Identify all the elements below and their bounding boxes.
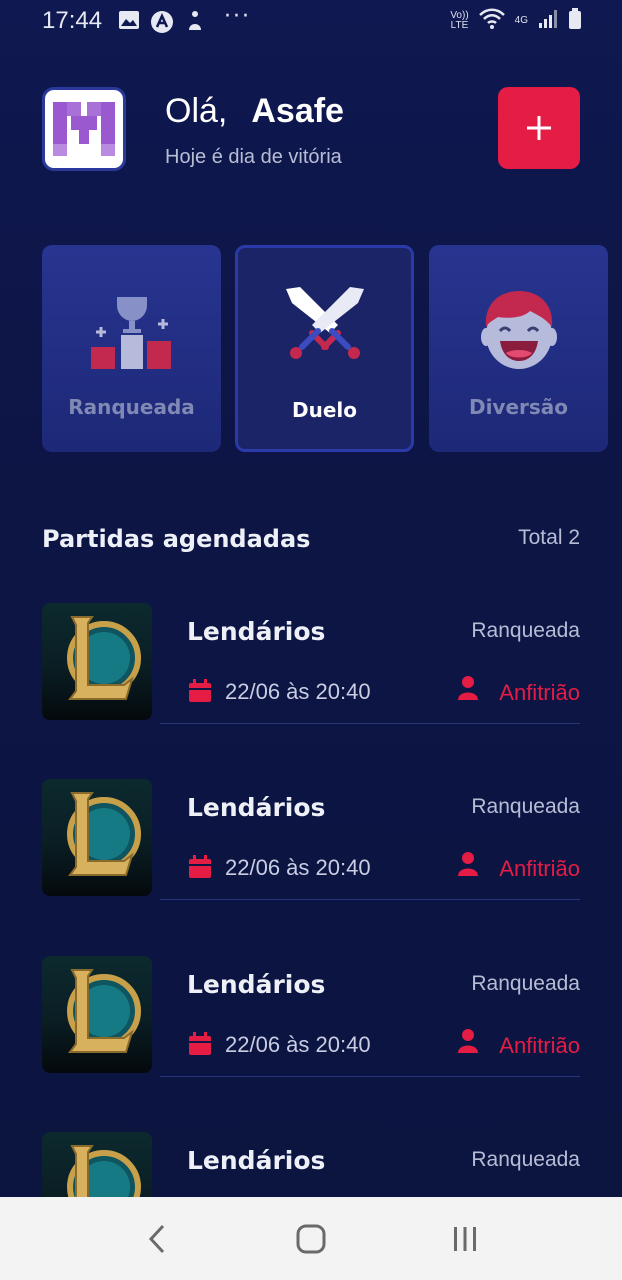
greeting: Olá, Asafe [165,92,344,131]
navigation-bar [0,1197,622,1280]
section-title: Partidas agendadas [42,525,311,553]
list-item[interactable]: Lendários Ranqueada 22/06 às 20:40 Anfit… [42,779,580,900]
avatar[interactable] [42,87,126,171]
home-icon [296,1224,326,1253]
image-icon [118,10,140,34]
home-button[interactable] [281,1209,341,1269]
match-date: 22/06 às 20:40 [225,1032,371,1057]
divider [160,723,580,724]
game-thumbnail [42,779,152,896]
divider [160,899,580,900]
divider [160,1076,580,1077]
user-icon [458,852,478,880]
match-title: Lendários [187,617,326,646]
match-type: Ranqueada [471,619,580,642]
app-icon [150,10,174,38]
category-label: Diversão [468,395,569,419]
match-role: Anfitrião [499,680,580,705]
status-time: 17:44 [42,7,103,34]
match-title: Lendários [187,970,326,999]
match-role: Anfitrião [499,856,580,881]
league-of-legends-logo-icon [67,1145,141,1197]
game-thumbnail [42,956,152,1073]
battery-icon [568,8,582,34]
list-item[interactable]: Lendários Ranqueada 22/06 às 20:40 Anfit… [42,603,580,724]
status-bar: 17:44 ··· Vo)) LTE 4G [0,0,622,44]
category-duelo[interactable]: Duelo [235,245,414,452]
league-of-legends-logo-icon [67,792,141,876]
podium-icon [90,297,171,369]
calendar-icon [188,1032,212,1060]
game-thumbnail [42,1132,152,1197]
greeting-text: Olá, [165,92,228,130]
signal-icon [538,9,558,33]
wifi-icon [478,8,505,34]
accessibility-icon [185,10,205,36]
league-of-legends-logo-icon [67,969,141,1053]
volte-indicator: Vo)) LTE [450,10,469,31]
more-dots-icon: ··· [224,4,251,29]
category-label: Ranqueada [68,395,195,419]
status-icons: Vo)) LTE 4G [450,8,582,34]
calendar-icon [188,855,212,883]
game-thumbnail [42,603,152,720]
add-match-button[interactable] [498,87,580,169]
category-ranqueada[interactable]: Ranqueada [42,245,221,452]
match-type: Ranqueada [471,1148,580,1171]
category-diversao[interactable]: Diversão [429,245,608,452]
back-button[interactable] [127,1209,187,1269]
match-role: Anfitrião [499,1033,580,1058]
user-name: Asafe [251,92,344,130]
section-total: Total 2 [518,526,580,549]
network-indicator: 4G [514,15,528,26]
recents-icon [454,1226,476,1251]
match-type: Ranqueada [471,972,580,995]
recents-button[interactable] [435,1209,495,1269]
avatar-logo-icon [51,100,117,158]
match-type: Ranqueada [471,795,580,818]
greeting-subtitle: Hoje é dia de vitória [165,146,342,168]
list-item[interactable]: Lendários Ranqueada 22/06 às 20:40 Anfit… [42,956,580,1077]
laughing-face-icon [480,291,557,369]
match-title: Lendários [187,793,326,822]
calendar-icon [188,679,212,707]
back-icon [148,1224,165,1253]
league-of-legends-logo-icon [67,616,141,700]
user-icon [458,676,478,704]
app-screen: 17:44 ··· Vo)) LTE 4G Olá, Asafe Hoje é … [0,0,622,1197]
match-title: Lendários [187,1146,326,1175]
match-date: 22/06 às 20:40 [225,855,371,880]
plus-icon [527,116,551,140]
user-icon [458,1029,478,1057]
match-date: 22/06 às 20:40 [225,679,371,704]
category-label: Duelo [292,398,357,422]
list-item[interactable]: Lendários Ranqueada [42,1132,580,1197]
crossed-swords-icon [285,287,364,359]
